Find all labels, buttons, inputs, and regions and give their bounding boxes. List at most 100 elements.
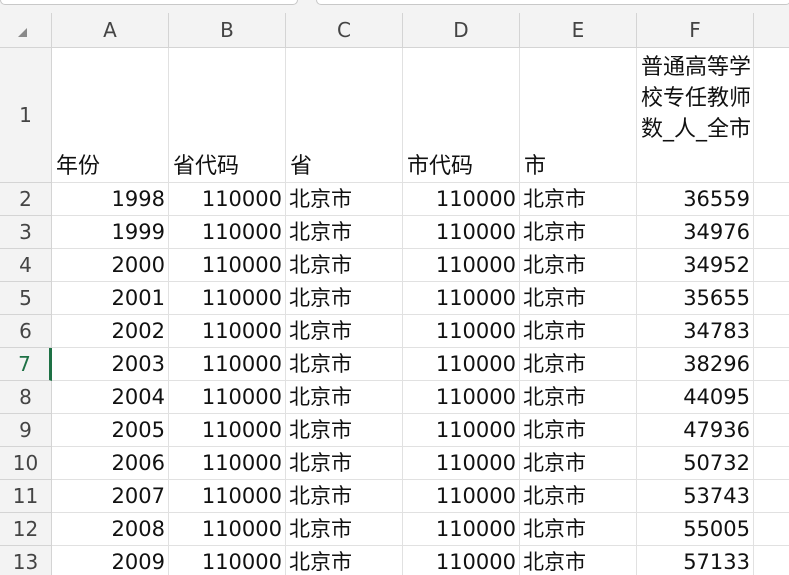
cell-d8[interactable]: 110000 [403,381,520,414]
cell-e12[interactable]: 北京市 [520,513,637,546]
column-header-c[interactable]: C [286,13,403,48]
cell-d5[interactable]: 110000 [403,282,520,315]
cell-g7[interactable] [754,348,789,381]
cell-b6[interactable]: 110000 [169,315,286,348]
cell-c9[interactable]: 北京市 [286,414,403,447]
cell-g8[interactable] [754,381,789,414]
cell-e1[interactable]: 市 [520,48,637,183]
cell-f5[interactable]: 35655 [637,282,754,315]
row-header-4[interactable]: 4 [0,249,52,282]
cell-d12[interactable]: 110000 [403,513,520,546]
cell-e6[interactable]: 北京市 [520,315,637,348]
cell-f1[interactable]: 普通高等学校专任教师数_人_全市 [637,48,754,183]
cell-e9[interactable]: 北京市 [520,414,637,447]
cell-e13[interactable]: 北京市 [520,546,637,575]
cell-e5[interactable]: 北京市 [520,282,637,315]
cell-b4[interactable]: 110000 [169,249,286,282]
cell-f4[interactable]: 34952 [637,249,754,282]
cell-f11[interactable]: 53743 [637,480,754,513]
cell-e8[interactable]: 北京市 [520,381,637,414]
cell-g12[interactable] [754,513,789,546]
cell-c4[interactable]: 北京市 [286,249,403,282]
cell-c12[interactable]: 北京市 [286,513,403,546]
column-header-b[interactable]: B [169,13,286,48]
cell-c11[interactable]: 北京市 [286,480,403,513]
cell-b13[interactable]: 110000 [169,546,286,575]
cell-f7[interactable]: 38296 [637,348,754,381]
cell-a5[interactable]: 2001 [52,282,169,315]
cell-a12[interactable]: 2008 [52,513,169,546]
cell-c13[interactable]: 北京市 [286,546,403,575]
cell-d13[interactable]: 110000 [403,546,520,575]
cell-f12[interactable]: 55005 [637,513,754,546]
cell-a13[interactable]: 2009 [52,546,169,575]
cell-e11[interactable]: 北京市 [520,480,637,513]
cell-g6[interactable] [754,315,789,348]
cell-g10[interactable] [754,447,789,480]
row-header-13[interactable]: 13 [0,546,52,575]
cell-e2[interactable]: 北京市 [520,183,637,216]
select-all-corner[interactable] [0,13,52,48]
row-header-5[interactable]: 5 [0,282,52,315]
cell-b7[interactable]: 110000 [169,348,286,381]
cell-a6[interactable]: 2002 [52,315,169,348]
row-header-10[interactable]: 10 [0,447,52,480]
column-header-a[interactable]: A [52,13,169,48]
cell-d11[interactable]: 110000 [403,480,520,513]
row-header-6[interactable]: 6 [0,315,52,348]
cell-d1[interactable]: 市代码 [403,48,520,183]
cell-b8[interactable]: 110000 [169,381,286,414]
cell-f9[interactable]: 47936 [637,414,754,447]
cell-a8[interactable]: 2004 [52,381,169,414]
cell-c1[interactable]: 省 [286,48,403,183]
cell-b3[interactable]: 110000 [169,216,286,249]
cell-c5[interactable]: 北京市 [286,282,403,315]
cell-c10[interactable]: 北京市 [286,447,403,480]
row-header-2[interactable]: 2 [0,183,52,216]
cell-d7[interactable]: 110000 [403,348,520,381]
cell-g3[interactable] [754,216,789,249]
row-header-11[interactable]: 11 [0,480,52,513]
cell-g5[interactable] [754,282,789,315]
cell-g2[interactable] [754,183,789,216]
cell-b1[interactable]: 省代码 [169,48,286,183]
cell-a10[interactable]: 2006 [52,447,169,480]
cell-a4[interactable]: 2000 [52,249,169,282]
cell-c6[interactable]: 北京市 [286,315,403,348]
cell-g9[interactable] [754,414,789,447]
cell-f6[interactable]: 34783 [637,315,754,348]
cell-b9[interactable]: 110000 [169,414,286,447]
row-header-8[interactable]: 8 [0,381,52,414]
cell-d6[interactable]: 110000 [403,315,520,348]
cell-d10[interactable]: 110000 [403,447,520,480]
cell-b2[interactable]: 110000 [169,183,286,216]
column-header-f[interactable]: F [637,13,754,48]
cell-b12[interactable]: 110000 [169,513,286,546]
cell-e3[interactable]: 北京市 [520,216,637,249]
cell-d9[interactable]: 110000 [403,414,520,447]
column-header-g-partial[interactable] [754,13,789,48]
cell-c3[interactable]: 北京市 [286,216,403,249]
cell-f2[interactable]: 36559 [637,183,754,216]
cell-g11[interactable] [754,480,789,513]
cell-d4[interactable]: 110000 [403,249,520,282]
cell-g4[interactable] [754,249,789,282]
cell-a11[interactable]: 2007 [52,480,169,513]
cell-c8[interactable]: 北京市 [286,381,403,414]
cell-f3[interactable]: 34976 [637,216,754,249]
cell-g13[interactable] [754,546,789,575]
cell-a1[interactable]: 年份 [52,48,169,183]
cell-g1[interactable] [754,48,789,183]
cell-e7[interactable]: 北京市 [520,348,637,381]
cell-a3[interactable]: 1999 [52,216,169,249]
cell-d3[interactable]: 110000 [403,216,520,249]
cell-e4[interactable]: 北京市 [520,249,637,282]
row-header-12[interactable]: 12 [0,513,52,546]
cell-b5[interactable]: 110000 [169,282,286,315]
column-header-e[interactable]: E [520,13,637,48]
row-header-1[interactable]: 1 [0,48,52,183]
cell-f13[interactable]: 57133 [637,546,754,575]
row-header-7[interactable]: 7 [0,348,52,381]
cell-d2[interactable]: 110000 [403,183,520,216]
cell-f8[interactable]: 44095 [637,381,754,414]
